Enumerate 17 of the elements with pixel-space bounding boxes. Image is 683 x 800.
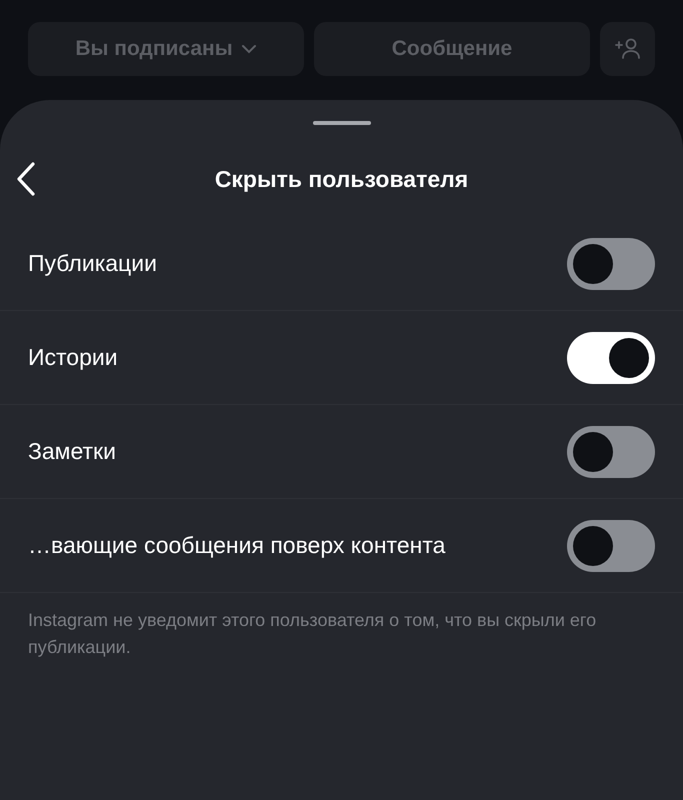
info-note: Instagram не уведомит этого пользователя о том, что вы скрыли его публикации. xyxy=(28,609,598,659)
option-label: Заметки xyxy=(28,438,116,465)
add-person-icon xyxy=(614,37,642,61)
chevron-down-icon xyxy=(240,44,257,54)
option-label: …вающие сообщения поверх контента xyxy=(28,532,446,559)
message-button[interactable]: Сообщение xyxy=(314,22,590,76)
option-label: Публикации xyxy=(28,250,157,277)
back-icon[interactable] xyxy=(16,162,36,196)
drag-handle[interactable] xyxy=(312,121,370,125)
toggle-switch[interactable] xyxy=(567,426,655,478)
toggle-switch[interactable] xyxy=(567,332,655,384)
option-label: Истории xyxy=(28,344,118,371)
add-person-button[interactable] xyxy=(600,22,655,76)
following-button[interactable]: Вы подписаны xyxy=(28,22,304,76)
toggle-switch[interactable] xyxy=(567,238,655,290)
toggle-switch[interactable] xyxy=(567,520,655,572)
sheet-title: Скрыть пользователя xyxy=(214,166,468,192)
